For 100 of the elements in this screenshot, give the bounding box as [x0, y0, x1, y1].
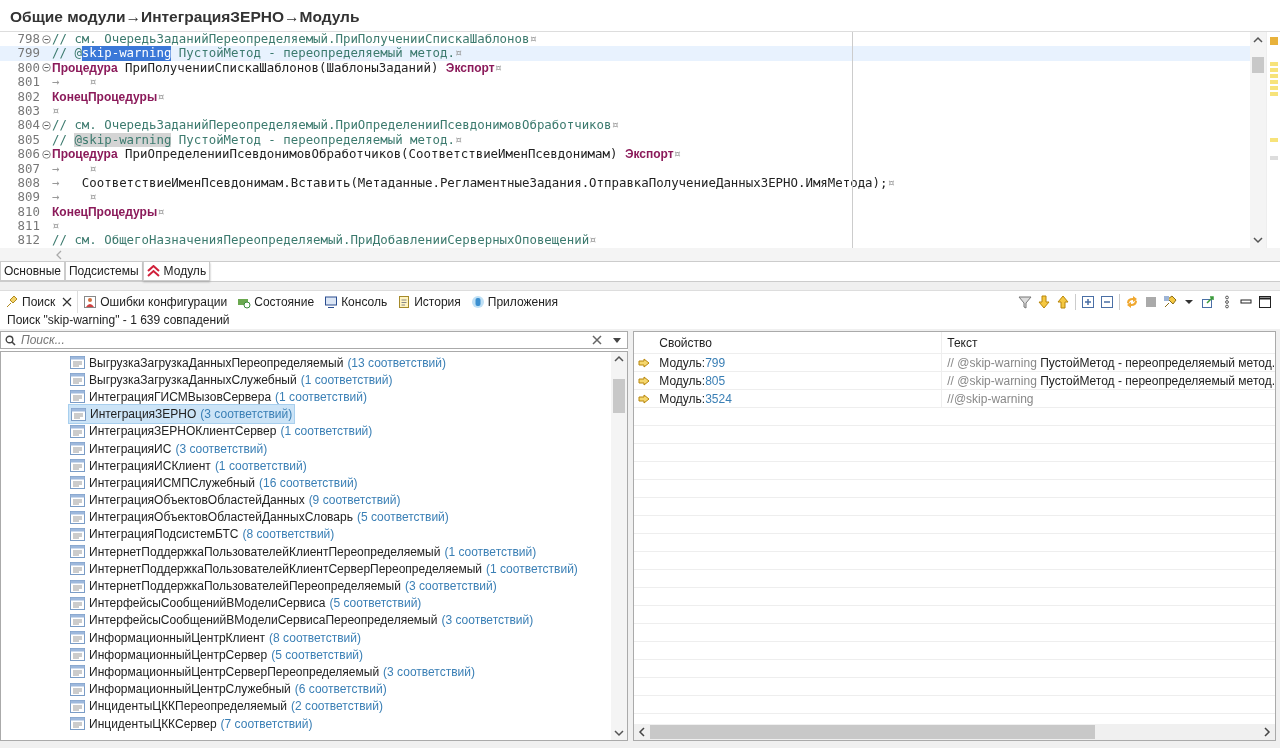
tree-item[interactable]: ИнформационныйЦентрСервер (5 соответствий) [68, 645, 366, 664]
view-icon [324, 294, 339, 309]
tree-item[interactable]: ИнтеграцияОбъектовОбластейДанных (9 соответствий) [68, 491, 403, 510]
table-cell-text: // @skip-warning ПустойМетод - переопределяемый метод. [947, 373, 1275, 390]
table-cell-text: Модуль:805 [659, 373, 726, 390]
code-line: // см. ОчередьЗаданийПереопределяемый.ПриПолученииСпискаШаблонов¤ [52, 32, 537, 47]
tree-item[interactable]: ИнформационныйЦентрСлужебный (6 соответствий) [68, 680, 389, 699]
fold-icon[interactable] [41, 149, 51, 159]
line-number: 810 [16, 204, 40, 220]
line-number: 812 [16, 233, 40, 248]
tree-item[interactable]: ИнтеграцияЗЕРНОКлиентСервер (1 соответствий) [68, 422, 375, 441]
code-line: ¤ [52, 219, 60, 234]
vertical-scrollbar[interactable] [611, 352, 628, 740]
maximize-icon[interactable] [1258, 294, 1272, 309]
vertical-scrollbar[interactable] [1250, 32, 1266, 248]
scroll-down-icon[interactable] [1253, 236, 1263, 244]
view-tab[interactable]: Ошибки конфигурации [78, 290, 233, 313]
tree-item[interactable]: ИнцидентыЦККСервер (7 соответствий) [68, 714, 315, 733]
tree-item[interactable]: ИнтеграцияГИСМВызовСервера (1 соответствий) [68, 387, 369, 406]
view-tab[interactable]: Состояние [232, 290, 320, 313]
arrow-right-icon [638, 358, 651, 368]
tree-item[interactable]: ИнтеграцияИСМПСлужебный (16 соответствий) [68, 473, 360, 492]
module-icon [70, 442, 85, 456]
column-header[interactable]: Текст [942, 332, 1275, 353]
tree-item[interactable]: ИнтернетПоддержкаПользователейКлиентСерверПереопределяемый (1 соответствий) [68, 559, 580, 578]
tree-item[interactable]: ИнтеграцияПодсистемБТС (8 соответствий) [68, 525, 337, 544]
view-tab[interactable]: Консоль [319, 290, 393, 313]
dropdown-icon[interactable] [612, 338, 623, 344]
tree-item[interactable]: ИнформационныйЦентрКлиент (8 соответствий) [68, 628, 363, 647]
view-tab[interactable]: История [392, 290, 466, 313]
pin-icon[interactable] [1163, 294, 1177, 309]
search-field[interactable]: Поиск... [0, 331, 629, 349]
view-icon [83, 294, 98, 309]
code-line: // @skip-warning ПустойМетод - переопределяемый метод.¤ [52, 132, 463, 148]
tree-item[interactable]: ВыгрузкаЗагрузкаДанныхСлужебный (1 соответствий) [68, 370, 395, 389]
expand-icon[interactable] [1081, 294, 1095, 309]
tree-item[interactable]: ИнцидентыЦККПереопределяемый (2 соответствий) [68, 697, 385, 716]
code-line: → ¤ [52, 75, 97, 90]
column-header[interactable]: Свойство [654, 332, 943, 353]
module-icon [70, 390, 85, 404]
scroll-left-icon[interactable] [638, 727, 647, 737]
scroll-thumb[interactable] [613, 379, 626, 413]
tree-item[interactable]: ИнтерфейсыСообщенийВМоделиСервисаПереопределяемый (3 соответствий) [68, 611, 536, 630]
table-cell-text: Модуль:3524 [659, 391, 732, 408]
module-icon [70, 631, 85, 645]
horizontal-scrollbar[interactable] [634, 724, 1275, 740]
arrow-up-icon[interactable] [1056, 294, 1070, 309]
module-icon [70, 665, 85, 679]
fold-icon[interactable] [41, 34, 51, 44]
module-icon [70, 613, 85, 627]
code-line: → ¤ [52, 190, 97, 205]
close-icon[interactable] [62, 296, 73, 307]
tree-item[interactable]: ИнтеграцияОбъектовОбластейДанныхСловарь (5 соответствий) [68, 508, 451, 527]
scroll-up-icon[interactable] [614, 355, 625, 363]
module-icon [70, 373, 85, 387]
code-line: КонецПроцедуры¤ [52, 204, 165, 220]
line-number: 799 [16, 46, 40, 61]
line-number: 798 [16, 32, 40, 47]
tree-item[interactable]: ИнформационныйЦентрСерверПереопределяемый (3 соответствий) [68, 662, 477, 681]
tree-item[interactable]: ИнтеграцияИС (3 соответствий) [68, 439, 270, 458]
tree-item[interactable]: ВыгрузкаЗагрузкаДанныхПереопределяемый (13 соответствий) [68, 353, 448, 372]
module-icon [70, 562, 85, 576]
code-line: // см. ОчередьЗаданийПереопределяемый.ПриОпределенииПсевдонимовОбработчиков¤ [52, 118, 619, 133]
arrow-down-icon[interactable] [1037, 294, 1051, 309]
tree-item[interactable]: ИнтеграцияИСКлиент (1 соответствий) [68, 456, 309, 475]
module-icon [70, 424, 85, 438]
line-number: 805 [16, 132, 40, 148]
line-number: 802 [16, 89, 40, 104]
view-icon [470, 294, 485, 309]
scroll-down-icon[interactable] [614, 729, 625, 737]
fold-icon[interactable] [41, 63, 51, 73]
editor-tab[interactable]: Модуль [142, 262, 211, 281]
module-icon [70, 717, 85, 731]
scroll-thumb[interactable] [1252, 57, 1264, 73]
filter-icon[interactable] [1018, 294, 1032, 309]
fold-icon[interactable] [41, 121, 51, 131]
clear-icon[interactable] [592, 335, 603, 345]
scroll-thumb[interactable] [650, 725, 1096, 739]
export-icon[interactable] [1201, 294, 1215, 309]
editor-tab[interactable]: Основные [0, 262, 65, 281]
tree-item[interactable]: ИнтернетПоддержкаПользователейКлиентПереопределяемый (1 соответствий) [68, 542, 539, 561]
table-cell-text: Модуль:799 [659, 355, 726, 372]
line-number: 800 [16, 60, 40, 76]
scroll-right-icon[interactable] [1263, 727, 1271, 737]
window-title: Общие модули→ИнтеграцияЗЕРНО→Модуль [0, 0, 1280, 31]
view-icon [397, 294, 412, 309]
module-icon [70, 596, 85, 610]
tree-item[interactable]: ИнтернетПоддержкаПользователейПереопределяемый (3 соответствий) [68, 577, 499, 596]
scroll-up-icon[interactable] [1253, 36, 1263, 44]
module-icon [70, 648, 85, 662]
module-icon [70, 579, 85, 593]
tree-item[interactable]: ИнтеграцияЗЕРНО (3 соответствий) [68, 404, 296, 425]
module-icon [70, 493, 85, 507]
view-tab[interactable]: Приложения [465, 290, 563, 313]
collapse-icon[interactable] [1100, 294, 1114, 309]
line-number: 804 [16, 118, 40, 133]
horizontal-scrollbar[interactable] [0, 248, 1280, 262]
tree-item[interactable]: ИнтерфейсыСообщенийВМоделиСервиса (5 соответствий) [68, 594, 424, 613]
editor-tab[interactable]: Подсистемы [64, 262, 143, 281]
module-icon [70, 682, 85, 696]
